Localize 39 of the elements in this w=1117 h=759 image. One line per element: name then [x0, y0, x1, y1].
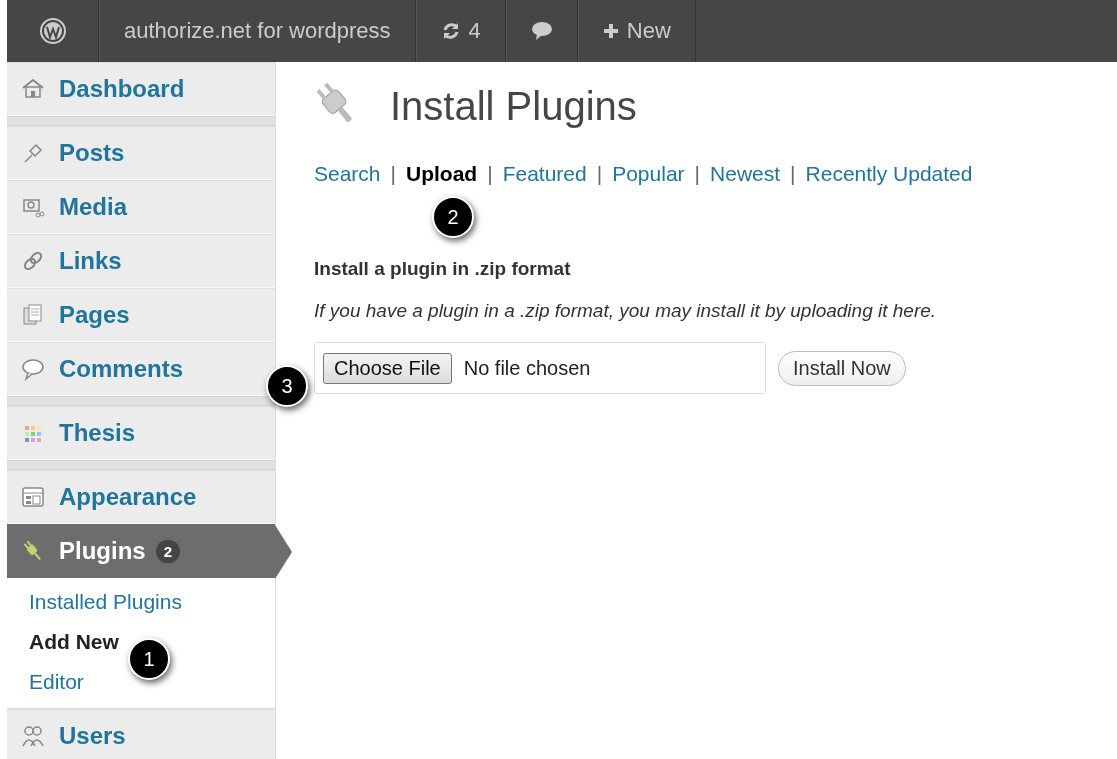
- menu-item[interactable]: Pages: [7, 288, 275, 342]
- people-icon: [21, 724, 45, 748]
- install-now-button[interactable]: Install Now: [778, 350, 906, 386]
- separator: |: [390, 162, 396, 186]
- house-icon: [21, 77, 45, 101]
- file-field[interactable]: Choose File No file chosen: [314, 342, 766, 394]
- tab-link[interactable]: Upload: [406, 162, 478, 186]
- menu-item[interactable]: Users: [7, 709, 275, 759]
- tab-link[interactable]: Newest: [710, 162, 781, 186]
- separator: |: [790, 162, 796, 186]
- chain-icon: [21, 249, 45, 273]
- tab-link[interactable]: Search: [314, 162, 381, 186]
- separator: |: [596, 162, 603, 186]
- description-text: If you have a plugin in a .zip format, you may install it by uploading it here.: [314, 300, 938, 322]
- menu-item[interactable]: Media: [7, 180, 275, 234]
- menu-item[interactable]: Posts: [7, 126, 275, 180]
- count-badge: 2: [155, 539, 180, 563]
- pages-icon: [21, 303, 45, 327]
- update-count[interactable]: 4: [468, 18, 481, 44]
- speech-bubble-icon: [530, 21, 553, 41]
- menu-item[interactable]: Links: [7, 234, 275, 288]
- plus-icon: [602, 23, 619, 39]
- page-title: Install Plugins: [390, 83, 637, 129]
- separator: |: [487, 162, 493, 186]
- layout-icon: [21, 485, 45, 509]
- speech-bubble-icon: [21, 357, 45, 381]
- tab-link[interactable]: Recently Updated: [805, 162, 973, 186]
- separator: |: [694, 162, 701, 186]
- section-heading: Install a plugin in .zip format: [314, 258, 572, 280]
- site-name-link[interactable]: authorize.net for wordpress: [124, 18, 391, 44]
- wordpress-logo-icon: [39, 18, 66, 44]
- step-number-badge: 2: [432, 196, 474, 238]
- tab-link[interactable]: Featured: [502, 162, 587, 186]
- tab-link[interactable]: Popular: [612, 162, 685, 186]
- step-number-badge: 3: [266, 365, 308, 407]
- file-status-text: No file chosen: [463, 356, 591, 380]
- new-link[interactable]: New: [626, 18, 671, 44]
- choose-file-button[interactable]: Choose File: [323, 352, 452, 384]
- submenu-item[interactable]: Installed Plugins: [29, 590, 275, 614]
